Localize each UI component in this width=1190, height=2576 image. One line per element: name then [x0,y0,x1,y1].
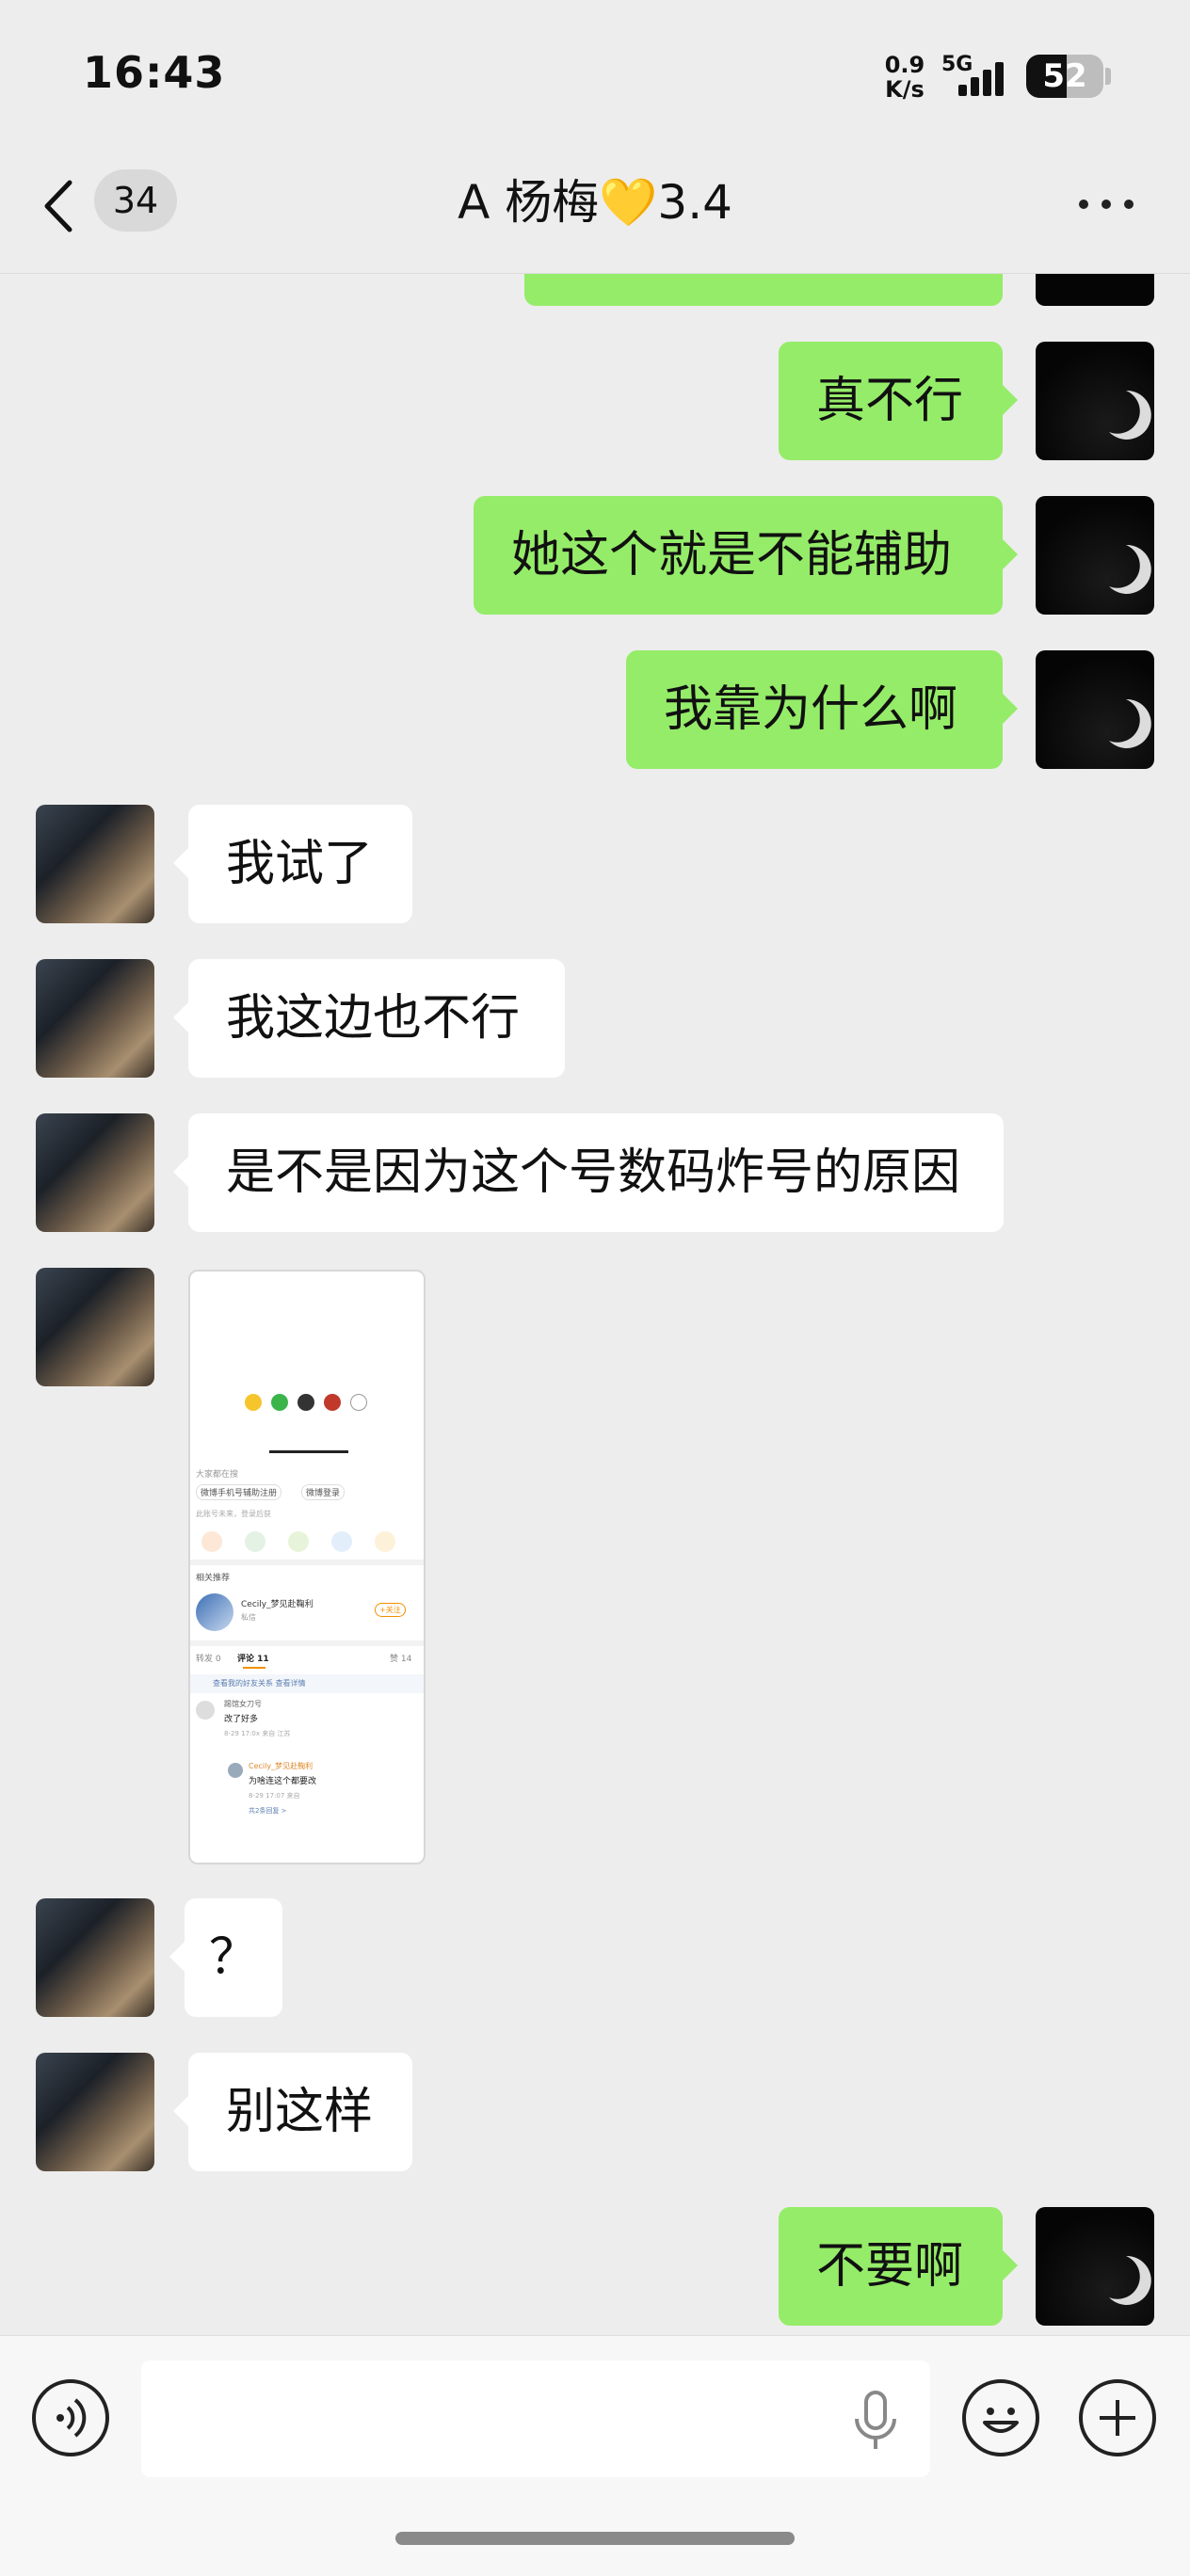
status-bar: 16:43 0.9 K/s 5G 52 [0,0,1190,141]
thumb-tab: 转发 0 [196,1655,221,1664]
weibo-icon [245,1394,262,1411]
message-bubble-contact[interactable]: ？ [169,1898,282,2017]
message-bubble-mine[interactable]: 我靠为什么啊 [626,650,1018,769]
emoji-button[interactable] [962,2379,1039,2456]
message-bubble-contact[interactable]: 是不是因为这个号数码炸号的原因 [173,1113,1004,1232]
my-avatar-partial[interactable] [1036,274,1154,306]
thumb-search-chip: 微博登录 [301,1484,346,1500]
message-bubble-contact[interactable]: 我试了 [173,805,412,923]
moon-icon [1109,390,1151,440]
my-avatar[interactable] [1036,496,1154,615]
contact-avatar[interactable] [36,1898,154,2017]
mic-button[interactable] [847,2389,904,2455]
smiley-icon [983,2408,1019,2433]
my-avatar[interactable] [1036,2207,1154,2326]
more-login-icon [350,1394,367,1411]
moon-icon [1109,2255,1151,2305]
moon-icon [1109,698,1151,748]
thumb-user-avatar [196,1593,233,1631]
app-icon [324,1394,341,1411]
battery-level: 52 [1042,57,1087,95]
thumb-reply: Cecily_梦见赴鞠利 为啥连这个都要改 8-29 17:07 来自 共2条回… [190,1759,424,1825]
net-speed-unit: K/s [885,76,925,103]
more-functions-button[interactable] [1079,2379,1156,2456]
microphone-icon [855,2391,896,2449]
thumb-user-name: Cecily_梦见赴鞠利 [241,1600,314,1609]
apple-icon [298,1394,314,1411]
signal-icon: 5G [941,53,1013,96]
plus-icon [1100,2400,1135,2436]
voice-mode-button[interactable] [32,2379,109,2456]
contact-avatar[interactable] [36,1268,154,1386]
thumb-comment: 踢馆女刀号 改了好多 8-29 17:0x 来自 江苏 [190,1697,424,1753]
back-button[interactable] [38,173,85,239]
chat-title: A 杨梅💛3.4 [458,175,732,230]
message-bubble-contact[interactable]: 别这样 [173,2053,412,2171]
net-speed: 0.9 K/s [881,53,928,102]
home-indicator[interactable] [395,2532,795,2545]
thumb-user-card: Cecily_梦见赴鞠利 私信 +关注 [190,1590,424,1637]
more-dot [1102,200,1111,209]
chevron-left-icon [44,180,72,232]
message-bubble-partial[interactable] [524,274,1003,306]
thumb-search-tag: 大家都在搜 [196,1470,239,1480]
thumb-hint: 此账号未来，登录后获 [196,1510,271,1518]
unread-count-badge[interactable]: 34 [94,169,177,232]
more-button[interactable] [1073,175,1139,232]
wechat-icon [271,1394,288,1411]
contact-avatar[interactable] [36,2053,154,2171]
contact-avatar[interactable] [36,1113,154,1232]
message-input[interactable] [141,2360,930,2477]
image-message[interactable]: 大家都在搜 微博手机号辅助注册 微博登录 此账号未来，登录后获 相关推荐 Cec… [188,1270,426,1864]
my-avatar[interactable] [1036,650,1154,769]
message-bubble-mine[interactable]: 不要啊 [779,2207,1018,2326]
my-avatar[interactable] [1036,342,1154,460]
thumb-comment-text: 改了好多 [224,1715,259,1724]
more-dot [1079,200,1088,209]
thumb-follow: +关注 [375,1603,406,1617]
contact-avatar[interactable] [36,959,154,1078]
thumb-tab: 评论 11 [237,1655,269,1664]
battery-icon: 52 [1026,55,1103,98]
message-bubble-contact[interactable]: 我这边也不行 [173,959,565,1078]
thumb-comment-text: 为啥连这个都要改 [249,1777,317,1786]
message-bubble-mine[interactable]: 她这个就是不能辅助 [474,496,1018,615]
thumb-comment-meta: 8-29 17:0x 来自 江苏 [224,1730,291,1737]
chat-header: 34 A 杨梅💛3.4 [0,141,1190,274]
thumb-tab: 赞 14 [390,1655,412,1664]
thumb-tabs: 转发 0 评论 11 赞 14 [190,1652,424,1671]
message-bubble-mine[interactable]: 真不行 [779,342,1018,460]
thumb-notice: 查看我的好友关系 查看详情 [190,1674,424,1693]
thumb-user-sub: 私信 [241,1613,256,1622]
battery-cap [1105,68,1111,85]
login-icons-row [190,1388,424,1416]
thumb-search-chip: 微博手机号辅助注册 [196,1484,282,1500]
moon-icon [1109,544,1151,594]
thumb-comment-meta: 8-29 17:07 来自 [249,1792,300,1800]
network-type: 5G [941,53,973,76]
thumb-share-row [190,1528,424,1554]
message-list[interactable]: 真不行 她这个就是不能辅助 我靠为什么啊 我试了 我这边也不行 是不是因为这个号… [0,274,1190,2335]
net-speed-value: 0.9 [884,52,925,78]
thumb-commenter: 踢馆女刀号 [224,1700,262,1708]
thumb-commenter: Cecily_梦见赴鞠利 [249,1762,314,1770]
more-dot [1124,200,1134,209]
thumb-more-replies: 共2条回复 > [249,1807,287,1815]
contact-avatar[interactable] [36,805,154,923]
thumb-related: 相关推荐 [196,1574,231,1583]
status-time: 16:43 [83,47,226,98]
voice-icon [56,2398,87,2438]
